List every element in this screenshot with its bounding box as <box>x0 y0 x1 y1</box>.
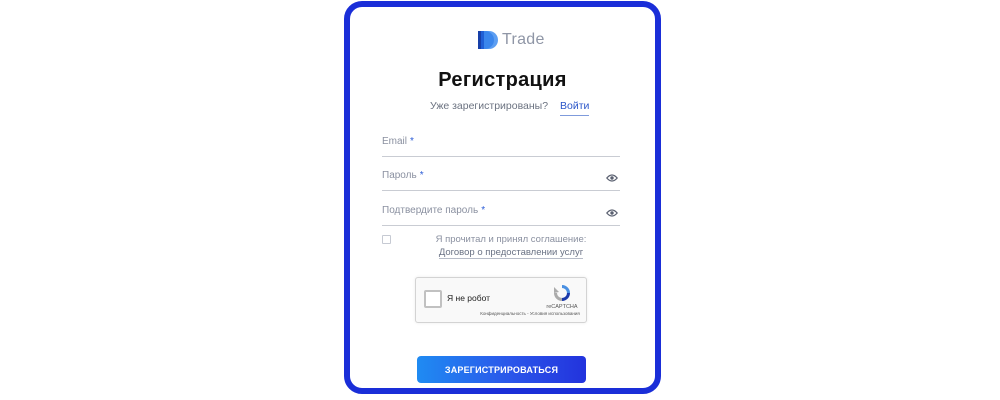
email-field[interactable]: Email * <box>382 134 620 157</box>
agreement-row: Я прочитал и принял соглашение: Договор … <box>382 234 622 265</box>
login-link[interactable]: Войти <box>559 100 590 116</box>
brand-name: Trade <box>502 31 545 48</box>
confirm-password-field[interactable]: Подтвердите пароль * <box>382 203 620 226</box>
recaptcha-label: Я не робот <box>447 293 491 303</box>
login-prompt: Уже зарегистрированы? Войти <box>430 100 590 116</box>
page-title: Регистрация <box>438 69 567 91</box>
registration-card: Trade Регистрация Уже зарегистрированы? … <box>344 1 661 394</box>
recaptcha-logo-icon <box>554 285 570 301</box>
email-label: Email * <box>382 136 414 147</box>
eye-icon[interactable] <box>606 173 618 183</box>
confirm-password-label: Подтвердите пароль * <box>382 205 486 216</box>
agreement-checkbox[interactable] <box>382 235 391 244</box>
recaptcha-brand: reCAPTCHA <box>546 304 578 310</box>
already-registered-text: Уже зарегистрированы? <box>430 100 549 112</box>
recaptcha-widget: Я не робот reCAPTCHA Конфиденциальность … <box>415 277 587 323</box>
terms-link[interactable]: Договор о предоставлении услуг <box>438 247 584 259</box>
eye-icon[interactable] <box>606 208 618 218</box>
password-field[interactable]: Пароль * <box>382 168 620 191</box>
required-mark: * <box>410 136 414 147</box>
agreement-text: Я прочитал и принял соглашение: Договор … <box>435 234 587 259</box>
required-mark: * <box>419 170 424 181</box>
required-mark: * <box>481 205 486 216</box>
register-button[interactable]: ЗАРЕГИСТРИРОВАТЬСЯ <box>417 356 586 383</box>
recaptcha-checkbox[interactable] <box>424 290 442 308</box>
password-label: Пароль * <box>382 170 424 181</box>
trade-logo-icon <box>478 31 498 49</box>
recaptcha-terms[interactable]: Конфиденциальность - Условия использован… <box>475 311 585 316</box>
brand-logo: Trade <box>476 27 545 53</box>
